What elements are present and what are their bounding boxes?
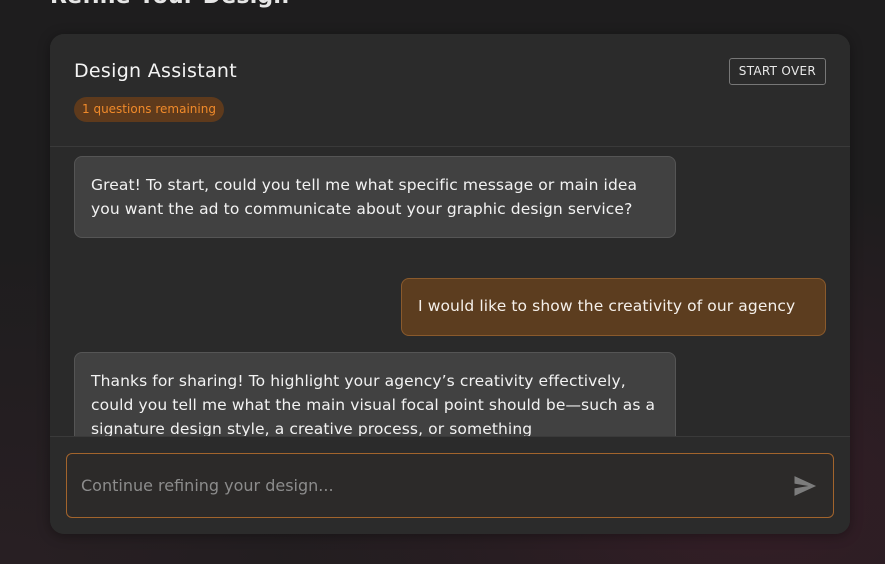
assistant-message: Great! To start, could you tell me what … [74, 156, 676, 238]
refine-design-input[interactable] [67, 454, 767, 517]
questions-remaining-badge: 1 questions remaining [74, 97, 224, 122]
message-list[interactable]: Great! To start, could you tell me what … [50, 147, 850, 436]
user-message: I would like to show the creativity of o… [401, 278, 826, 336]
design-assistant-card: Design Assistant 1 questions remaining S… [50, 34, 850, 534]
send-button[interactable] [791, 472, 819, 500]
start-over-button[interactable]: START OVER [728, 58, 826, 85]
assistant-title: Design Assistant [74, 60, 237, 82]
composer [50, 436, 850, 534]
page-heading: Refine Your Design [50, 0, 289, 10]
assistant-header: Design Assistant 1 questions remaining S… [50, 34, 850, 147]
assistant-message: Thanks for sharing! To highlight your ag… [74, 352, 676, 436]
send-icon [794, 476, 817, 496]
composer-field [66, 453, 834, 518]
